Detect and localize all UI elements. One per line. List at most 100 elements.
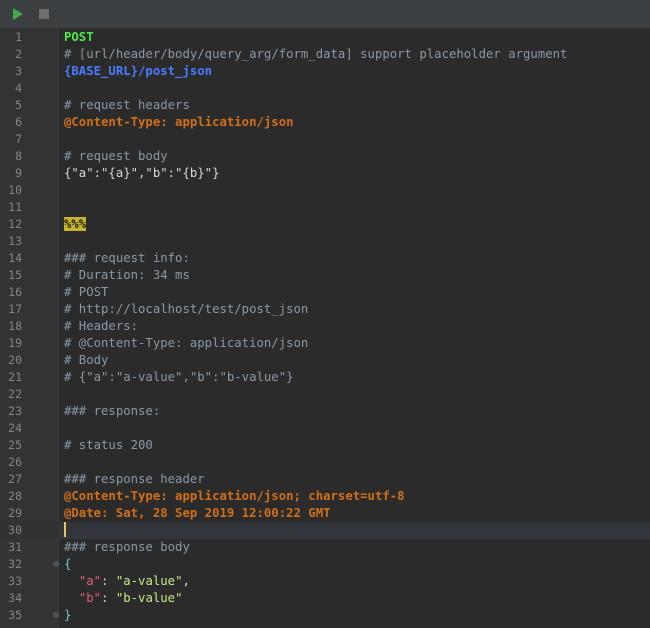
token-comment: # Duration: 34 ms bbox=[64, 268, 190, 282]
code-text[interactable]: "b": "b-value" bbox=[59, 590, 650, 607]
code-text[interactable]: "a": "a-value", bbox=[59, 573, 650, 590]
code-line[interactable]: 2 # [url/header/body/query_arg/form_data]… bbox=[0, 46, 650, 63]
token-comment: # POST bbox=[64, 285, 109, 299]
token-comment: # [url/header/body/query_arg/form_data] … bbox=[64, 47, 568, 61]
code-text[interactable]: {BASE_URL}/post_json bbox=[59, 63, 650, 80]
code-text[interactable] bbox=[59, 199, 650, 216]
code-text[interactable]: # Body bbox=[59, 352, 650, 369]
line-number: 26 bbox=[8, 455, 22, 469]
code-text[interactable]: ### response header bbox=[59, 471, 650, 488]
code-line[interactable]: 8 # request body bbox=[0, 148, 650, 165]
code-line[interactable]: 16 # POST bbox=[0, 284, 650, 301]
code-text[interactable] bbox=[59, 420, 650, 437]
code-line[interactable]: 33 "a": "a-value", bbox=[0, 573, 650, 590]
code-text[interactable] bbox=[59, 80, 650, 97]
token-comment: ### response body bbox=[64, 540, 190, 554]
code-line[interactable]: 9 {"a":"{a}","b":"{b}"} bbox=[0, 165, 650, 182]
code-text[interactable]: # status 200 bbox=[59, 437, 650, 454]
editor-lines[interactable]: 1 POST 2 # [url/header/body/query_arg/form_… bbox=[0, 29, 650, 624]
line-number: 34 bbox=[8, 591, 22, 605]
code-line[interactable]: 4 bbox=[0, 80, 650, 97]
code-line[interactable]: 21 # {"a":"a-value","b":"b-value"} bbox=[0, 369, 650, 386]
code-line[interactable]: 7 bbox=[0, 131, 650, 148]
token-comment: # request headers bbox=[64, 98, 190, 112]
line-number: 17 bbox=[8, 302, 22, 316]
code-line[interactable]: 5 # request headers bbox=[0, 97, 650, 114]
code-line[interactable]: 11 bbox=[0, 199, 650, 216]
code-line[interactable]: 29 @Date: Sat, 28 Sep 2019 12:00:22 GMT bbox=[0, 505, 650, 522]
code-text[interactable]: @Date: Sat, 28 Sep 2019 12:00:22 GMT bbox=[59, 505, 650, 522]
token-brace: } bbox=[64, 608, 72, 622]
code-text[interactable]: @Content-Type: application/json bbox=[59, 114, 650, 131]
line-number: 11 bbox=[8, 200, 22, 214]
code-line[interactable]: 18 # Headers: bbox=[0, 318, 650, 335]
token-comment: # {"a":"a-value","b":"b-value"} bbox=[64, 370, 294, 384]
code-line[interactable]: 26 bbox=[0, 454, 650, 471]
token-header: @Content-Type: application/json; charset… bbox=[64, 489, 405, 503]
code-text[interactable]: @Content-Type: application/json; charset… bbox=[59, 488, 650, 505]
token-comment: ### response header bbox=[64, 472, 205, 486]
token-comment: ### request info: bbox=[64, 251, 190, 265]
play-icon[interactable] bbox=[11, 7, 25, 21]
line-number: 14 bbox=[8, 251, 22, 265]
code-text[interactable]: # POST bbox=[59, 284, 650, 301]
code-text[interactable] bbox=[59, 182, 650, 199]
code-line[interactable]: 25 # status 200 bbox=[0, 437, 650, 454]
code-line[interactable]: 15 # Duration: 34 ms bbox=[0, 267, 650, 284]
code-line[interactable]: 6 @Content-Type: application/json bbox=[0, 114, 650, 131]
code-text[interactable]: # {"a":"a-value","b":"b-value"} bbox=[59, 369, 650, 386]
code-text[interactable]: } bbox=[59, 607, 650, 624]
code-text[interactable]: ### request info: bbox=[59, 250, 650, 267]
code-line[interactable]: 30 bbox=[0, 522, 650, 539]
code-line[interactable]: 35 ⊖} bbox=[0, 607, 650, 624]
code-line[interactable]: 28 @Content-Type: application/json; chars… bbox=[0, 488, 650, 505]
code-text[interactable]: # @Content-Type: application/json bbox=[59, 335, 650, 352]
code-text[interactable]: # [url/header/body/query_arg/form_data] … bbox=[59, 46, 650, 63]
code-line[interactable]: 17 # http://localhost/test/post_json bbox=[0, 301, 650, 318]
token-text: {"a":"{a}","b":"{b}"} bbox=[64, 166, 220, 180]
line-number: 16 bbox=[8, 285, 22, 299]
code-line[interactable]: 32 ⊖{ bbox=[0, 556, 650, 573]
code-line[interactable]: 27 ### response header bbox=[0, 471, 650, 488]
line-number: 2 bbox=[15, 47, 22, 61]
code-text[interactable] bbox=[59, 233, 650, 250]
code-text[interactable]: { bbox=[59, 556, 650, 573]
code-editor[interactable]: 1 POST 2 # [url/header/body/query_arg/form_… bbox=[0, 29, 650, 628]
code-text[interactable]: ### response: bbox=[59, 403, 650, 420]
code-text[interactable]: # Headers: bbox=[59, 318, 650, 335]
code-text[interactable]: POST bbox=[59, 29, 650, 46]
code-line[interactable]: 20 # Body bbox=[0, 352, 650, 369]
line-number: 15 bbox=[8, 268, 22, 282]
line-number: 3 bbox=[15, 64, 22, 78]
stop-icon[interactable] bbox=[37, 7, 51, 21]
code-line[interactable]: 10 bbox=[0, 182, 650, 199]
line-number: 20 bbox=[8, 353, 22, 367]
code-text[interactable]: # request headers bbox=[59, 97, 650, 114]
code-text[interactable]: ### response body bbox=[59, 539, 650, 556]
code-text[interactable]: {"a":"{a}","b":"{b}"} bbox=[59, 165, 650, 182]
code-line[interactable]: 3 {BASE_URL}/post_json bbox=[0, 63, 650, 80]
code-text[interactable]: %%% bbox=[59, 216, 650, 233]
code-text[interactable] bbox=[59, 522, 650, 539]
code-line[interactable]: 24 bbox=[0, 420, 650, 437]
token-comment: ### response: bbox=[64, 404, 161, 418]
code-line[interactable]: 34 "b": "b-value" bbox=[0, 590, 650, 607]
line-number: 31 bbox=[8, 540, 22, 554]
code-text[interactable] bbox=[59, 386, 650, 403]
code-line[interactable]: 12%%% bbox=[0, 216, 650, 233]
code-line[interactable]: 22 bbox=[0, 386, 650, 403]
code-line[interactable]: 19 # @Content-Type: application/json bbox=[0, 335, 650, 352]
code-text[interactable] bbox=[59, 131, 650, 148]
code-line[interactable]: 23 ### response: bbox=[0, 403, 650, 420]
token-method: POST bbox=[64, 30, 94, 44]
code-text[interactable]: # http://localhost/test/post_json bbox=[59, 301, 650, 318]
code-line[interactable]: 14 ### request info: bbox=[0, 250, 650, 267]
code-text[interactable]: # Duration: 34 ms bbox=[59, 267, 650, 284]
code-text[interactable]: # request body bbox=[59, 148, 650, 165]
code-text[interactable] bbox=[59, 454, 650, 471]
line-number: 30 bbox=[8, 523, 22, 537]
code-line[interactable]: 13 bbox=[0, 233, 650, 250]
code-line[interactable]: 31 ### response body bbox=[0, 539, 650, 556]
code-line[interactable]: 1 POST bbox=[0, 29, 650, 46]
